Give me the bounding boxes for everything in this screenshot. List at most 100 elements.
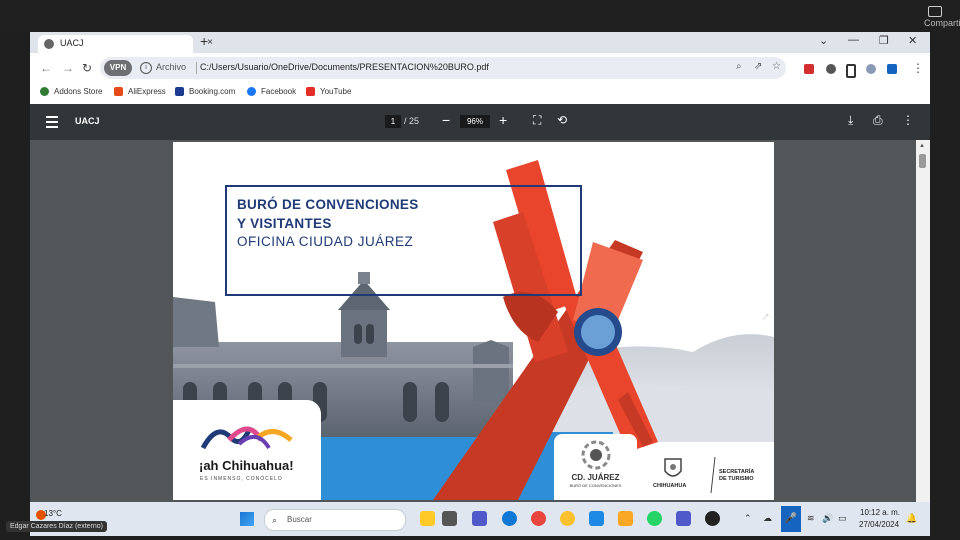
- clock-date[interactable]: 27/04/2024: [859, 520, 899, 529]
- back-arrow-icon[interactable]: ←: [40, 61, 52, 75]
- weather-temperature[interactable]: 13°C: [44, 509, 62, 518]
- forward-arrow-icon[interactable]: →: [62, 61, 74, 75]
- meeting-top-bar: Compartir: [0, 0, 960, 32]
- file-explorer-icon[interactable]: [618, 511, 633, 526]
- teams-icon[interactable]: [472, 511, 487, 526]
- zoom-level-input[interactable]: 96%: [460, 115, 490, 128]
- secretaria-line-2: DE TURISMO: [719, 476, 754, 482]
- tab-title: UACJ: [60, 38, 84, 48]
- bookmarks-bar: Addons Store AliExpress Booking.com Face…: [30, 83, 930, 105]
- tab-search-icon[interactable]: ⌄: [819, 34, 828, 47]
- addons-icon: [40, 87, 49, 96]
- bookmark-addons-store[interactable]: Addons Store: [40, 87, 102, 96]
- side-panel-icon[interactable]: [846, 64, 856, 78]
- scroll-up-arrow-icon[interactable]: ▲: [919, 143, 925, 149]
- globe-icon: [44, 39, 54, 49]
- mail-icon[interactable]: [589, 511, 604, 526]
- pdf-scrollbar[interactable]: ▲: [916, 140, 930, 502]
- url-text[interactable]: C:/Users/Usuario/OneDrive/Documents/PRES…: [200, 62, 489, 72]
- shared-screen: UACJ × + ⌄ — ❐ ✕ ← → ↻ VPN i Archivo C:/…: [30, 32, 930, 536]
- browser-toolbar: ← → ↻ VPN i Archivo C:/Users/Usuario/One…: [30, 53, 930, 83]
- ah-chihuahua-emblem: [200, 426, 293, 450]
- bookmark-star-icon[interactable]: ☆: [772, 61, 781, 72]
- bookmark-label: YouTube: [320, 87, 352, 96]
- close-window-button[interactable]: ✕: [908, 34, 917, 47]
- chrome-canary-icon[interactable]: [560, 511, 575, 526]
- ah-chihuahua-text: ¡ah Chihuahua!: [199, 458, 294, 473]
- hamburger-menu-icon[interactable]: [46, 116, 58, 131]
- rotate-icon[interactable]: ⟲: [557, 113, 567, 127]
- wifi-icon[interactable]: ≋: [807, 513, 815, 524]
- edge-icon[interactable]: [502, 511, 517, 526]
- chihuahua-shield-icon: [664, 458, 682, 477]
- site-label: Archivo: [156, 62, 187, 72]
- pdf-viewer[interactable]: BURÓ DE CONVENCIONES Y VISITANTES OFICIN…: [30, 140, 930, 502]
- secretaria-line-1: SECRETARÍA: [719, 469, 755, 475]
- slide-title-line-2: Y VISITANTES: [237, 216, 332, 231]
- battery-icon[interactable]: ▭: [838, 513, 847, 524]
- menu-dots-icon[interactable]: ⋮: [912, 61, 924, 75]
- bookmark-aliexpress[interactable]: AliExpress: [114, 87, 166, 96]
- whatsapp-icon[interactable]: [647, 511, 662, 526]
- vpn-badge[interactable]: VPN: [104, 60, 132, 76]
- profile-avatar[interactable]: [866, 64, 876, 74]
- microphone-icon[interactable]: 🎤: [781, 506, 801, 532]
- new-tab-button[interactable]: +: [200, 33, 208, 49]
- chihuahua-text: CHIHUAHUA: [653, 483, 687, 489]
- shield-extension-icon[interactable]: [887, 64, 897, 74]
- adblock-extension-icon[interactable]: [804, 64, 814, 74]
- bookmark-booking[interactable]: Booking.com: [175, 87, 235, 96]
- secretaria-turismo-logo: CHIHUAHUA SECRETARÍA DE TURISMO: [639, 447, 774, 500]
- cd-juarez-emblem: [581, 440, 611, 470]
- logo-divider: [710, 456, 716, 494]
- bookmark-label: Booking.com: [189, 87, 236, 96]
- media-player-icon[interactable]: [705, 511, 720, 526]
- info-icon[interactable]: i: [140, 62, 152, 74]
- divider: [196, 62, 197, 74]
- chrome-icon[interactable]: [531, 511, 546, 526]
- page-number-input[interactable]: 1: [385, 115, 401, 128]
- widgets-icon[interactable]: [420, 511, 435, 526]
- volume-icon[interactable]: 🔊: [822, 513, 833, 524]
- secretaria-text: SECRETARÍA DE TURISMO: [719, 469, 754, 483]
- maximize-button[interactable]: ❐: [879, 34, 889, 47]
- slide-title-line-1: BURÓ DE CONVENCIONES: [237, 197, 419, 212]
- task-view-icon[interactable]: [442, 511, 457, 526]
- taskbar-search-box[interactable]: ⌕ Buscar: [264, 509, 406, 531]
- more-options-icon[interactable]: ⋮: [902, 113, 914, 127]
- clock-time[interactable]: 10:12 a. m.: [860, 508, 900, 517]
- bookmark-label: AliExpress: [128, 87, 166, 96]
- share-icon[interactable]: ⇗: [754, 61, 762, 72]
- zoom-out-button[interactable]: −: [442, 112, 450, 128]
- ah-chihuahua-logo: ¡ah Chihuahua! ES INMENSO, CONÓCELO: [173, 400, 321, 500]
- share-screen-icon[interactable]: Compartir: [924, 4, 960, 28]
- extensions-puzzle-icon[interactable]: [826, 64, 836, 74]
- print-icon[interactable]: ⎙: [873, 113, 883, 128]
- pdf-page: BURÓ DE CONVENCIONES Y VISITANTES OFICIN…: [173, 142, 774, 500]
- slide-subtitle: OFICINA CIUDAD JUÁREZ: [237, 234, 414, 249]
- reload-icon[interactable]: ↻: [82, 61, 92, 75]
- share-label: Compartir: [924, 18, 960, 28]
- bookmark-youtube[interactable]: YouTube: [306, 87, 351, 96]
- facebook-icon: [247, 87, 256, 96]
- teams-meeting-icon[interactable]: [676, 511, 691, 526]
- notifications-icon[interactable]: 🔔: [906, 513, 917, 524]
- fit-page-icon[interactable]: ⛶: [533, 113, 541, 128]
- bookmark-label: Facebook: [261, 87, 297, 96]
- mouse-cursor-icon: ➚: [761, 311, 771, 323]
- participant-name-tag: Edgar Cazares Díaz (externo): [6, 521, 107, 532]
- browser-tab[interactable]: UACJ ×: [38, 35, 213, 53]
- zoom-magnifier-icon[interactable]: ⌕: [736, 61, 742, 72]
- address-bar[interactable]: VPN i Archivo C:/Users/Usuario/OneDrive/…: [100, 57, 786, 79]
- windows-taskbar: 13°C ⌕ Buscar ⌃ ☁ 🎤 ≋ 🔊 ▭ 10:12 a. m. 27…: [30, 502, 930, 536]
- scrollbar-thumb[interactable]: [919, 154, 926, 168]
- zoom-in-button[interactable]: +: [499, 112, 507, 128]
- bookmark-facebook[interactable]: Facebook: [247, 87, 296, 96]
- tray-chevron-icon[interactable]: ⌃: [744, 513, 752, 524]
- download-icon[interactable]: ⤓: [848, 113, 853, 128]
- windows-start-icon[interactable]: [240, 512, 254, 526]
- onedrive-icon[interactable]: ☁: [763, 513, 772, 524]
- minimize-button[interactable]: —: [848, 34, 859, 46]
- search-placeholder: Buscar: [287, 515, 312, 524]
- page-total: / 25: [404, 116, 420, 126]
